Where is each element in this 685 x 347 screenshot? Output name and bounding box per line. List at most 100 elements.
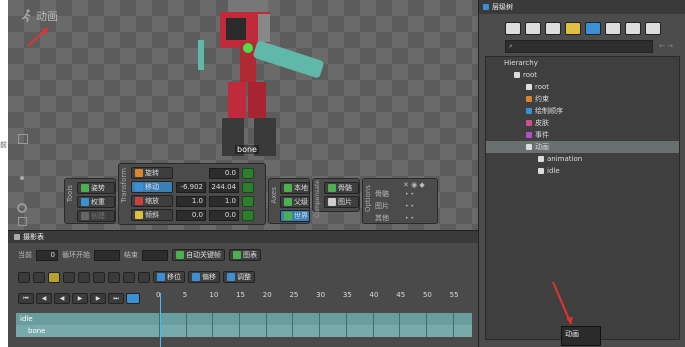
first-frame-icon[interactable]: ⏮ — [18, 293, 34, 304]
shear-x[interactable]: 0.0 — [176, 209, 206, 221]
rotate-icon — [135, 169, 143, 177]
tree-item[interactable]: root — [486, 81, 679, 93]
zoom-dot[interactable] — [20, 176, 24, 180]
pen-icon[interactable] — [505, 22, 521, 35]
loop-start-field[interactable] — [94, 249, 120, 261]
record-icon[interactable] — [123, 271, 135, 283]
tree-item[interactable]: 约束 — [486, 93, 679, 105]
export-icon[interactable] — [625, 22, 641, 35]
offset-button[interactable]: 移位 — [153, 271, 185, 283]
loop-icon[interactable] — [126, 293, 140, 304]
axes-group: Axes 本地 父级 世界 — [268, 178, 310, 224]
compensate-images-button[interactable]: 图片 — [324, 196, 359, 208]
current-frame-field[interactable]: 0 — [36, 249, 58, 261]
key-icon[interactable] — [108, 271, 120, 283]
offset-label: 移位 — [167, 273, 181, 281]
circle-icon[interactable] — [525, 22, 541, 35]
shear-key-button[interactable] — [242, 209, 254, 221]
play-reverse-icon[interactable]: ◀ — [54, 293, 70, 304]
ruler-tick: 10 — [209, 291, 219, 299]
tree-item-icon — [526, 96, 532, 102]
tree-item[interactable]: 绘制顺序 — [486, 105, 679, 117]
frame-icon[interactable] — [18, 134, 28, 144]
bone-label: bone — [235, 145, 259, 154]
create-label: 创建 — [91, 212, 105, 220]
scale-button[interactable]: 缩放 — [131, 195, 173, 207]
nav-arrows[interactable]: ← → — [659, 42, 673, 50]
rotate-button[interactable]: 旋转 — [131, 167, 173, 179]
grid-line — [425, 313, 427, 337]
redo-icon[interactable] — [93, 271, 105, 283]
tree-item-label: root — [535, 83, 550, 91]
scale-y[interactable]: 1.0 — [209, 195, 239, 207]
key-toolbar: 移位 偏移 调整 — [18, 271, 255, 283]
auto-key-button[interactable]: 自动关键帧 — [172, 249, 225, 261]
shear-y[interactable]: 0.0 — [209, 209, 239, 221]
tree-item-label: 约束 — [535, 95, 549, 103]
tree-item-icon — [526, 144, 532, 150]
playhead[interactable] — [160, 293, 161, 347]
mode-title: 动画 — [36, 10, 58, 23]
filter-icon[interactable] — [48, 271, 60, 283]
prev-frame-icon[interactable]: ◀ — [36, 293, 52, 304]
axes-world-button[interactable]: 世界 — [280, 210, 310, 222]
tree-item[interactable]: root — [486, 69, 679, 81]
translate-key-button[interactable] — [242, 181, 254, 193]
adjust-button[interactable]: 调整 — [223, 271, 255, 283]
tree-item[interactable]: animation — [486, 153, 679, 165]
hierarchy-root-row[interactable]: Hierarchy — [486, 57, 679, 69]
copy-icon[interactable] — [18, 271, 30, 283]
shear-row: 倾斜 0.0 0.0 — [131, 209, 254, 221]
translate-y[interactable]: 244.04 — [209, 181, 239, 193]
hierarchy-search-input[interactable]: ⌕ — [505, 40, 653, 53]
options-bones-dots[interactable]: • • — [405, 191, 414, 198]
play-icon[interactable]: ▶ — [72, 293, 88, 304]
graph-button[interactable]: 图表 — [229, 249, 261, 261]
timeline-ruler[interactable]: 0 5 10 15 20 25 30 35 40 45 50 55 — [156, 291, 471, 307]
compensate-bones-button[interactable]: 骨骼 — [324, 182, 359, 194]
settings-icon[interactable] — [585, 22, 601, 35]
current-label: 当前 — [18, 251, 32, 259]
rotate-value[interactable]: 0.0 — [209, 167, 239, 179]
scale-x[interactable]: 1.0 — [176, 195, 206, 207]
tree-item[interactable]: 皮肤 — [486, 117, 679, 129]
filter-icon[interactable] — [565, 22, 581, 35]
next-frame-icon[interactable]: ▶ — [90, 293, 106, 304]
pose-button[interactable]: 姿势 — [77, 182, 115, 194]
create-button[interactable]: 创建 — [77, 210, 115, 222]
loop-end-field[interactable] — [142, 249, 168, 261]
lock-icon[interactable] — [63, 271, 75, 283]
axes-local-button[interactable]: 本地 — [280, 182, 310, 194]
viewport[interactable]: 动画 bone Tools 姿势 权重 创建 Transform 旋转 0.0 … — [8, 0, 478, 230]
ghost-button[interactable]: 偏移 — [188, 271, 220, 283]
paste-icon[interactable] — [33, 271, 45, 283]
translate-x[interactable]: -6.902 — [176, 181, 206, 193]
scale-icon — [135, 197, 143, 205]
last-frame-icon[interactable]: ⏭ — [108, 293, 124, 304]
translate-button[interactable]: 移动 — [131, 181, 173, 193]
grid-line — [452, 313, 454, 337]
ruler-tick: 35 — [342, 291, 352, 299]
key-icon[interactable] — [605, 22, 621, 35]
axes-parent-button[interactable]: 父级 — [280, 196, 310, 208]
shear-button[interactable]: 倾斜 — [131, 209, 173, 221]
scale-key-button[interactable] — [242, 195, 254, 207]
delete-icon[interactable] — [138, 271, 150, 283]
undo-icon[interactable] — [78, 271, 90, 283]
tree-item[interactable]: 动画 — [486, 141, 679, 153]
hierarchy-panel-title[interactable]: 层级树 — [492, 2, 513, 12]
transform-title: Transform — [120, 168, 128, 203]
options-others-dots[interactable]: • • — [405, 215, 414, 222]
grid-line — [399, 313, 401, 337]
rotate-key-button[interactable] — [242, 167, 254, 179]
brush-icon[interactable] — [545, 22, 561, 35]
options-images-dots[interactable]: • • — [405, 203, 414, 210]
fit-view-icon[interactable] — [18, 217, 27, 226]
magnifier-icon[interactable] — [17, 203, 27, 213]
tree-item[interactable]: idle — [486, 165, 679, 177]
dopesheet-tab[interactable]: 摄影表 — [23, 232, 44, 242]
graph-label: 图表 — [243, 251, 257, 259]
weights-button[interactable]: 权重 — [77, 196, 115, 208]
tree-item[interactable]: 事件 — [486, 129, 679, 141]
import-icon[interactable] — [645, 22, 661, 35]
